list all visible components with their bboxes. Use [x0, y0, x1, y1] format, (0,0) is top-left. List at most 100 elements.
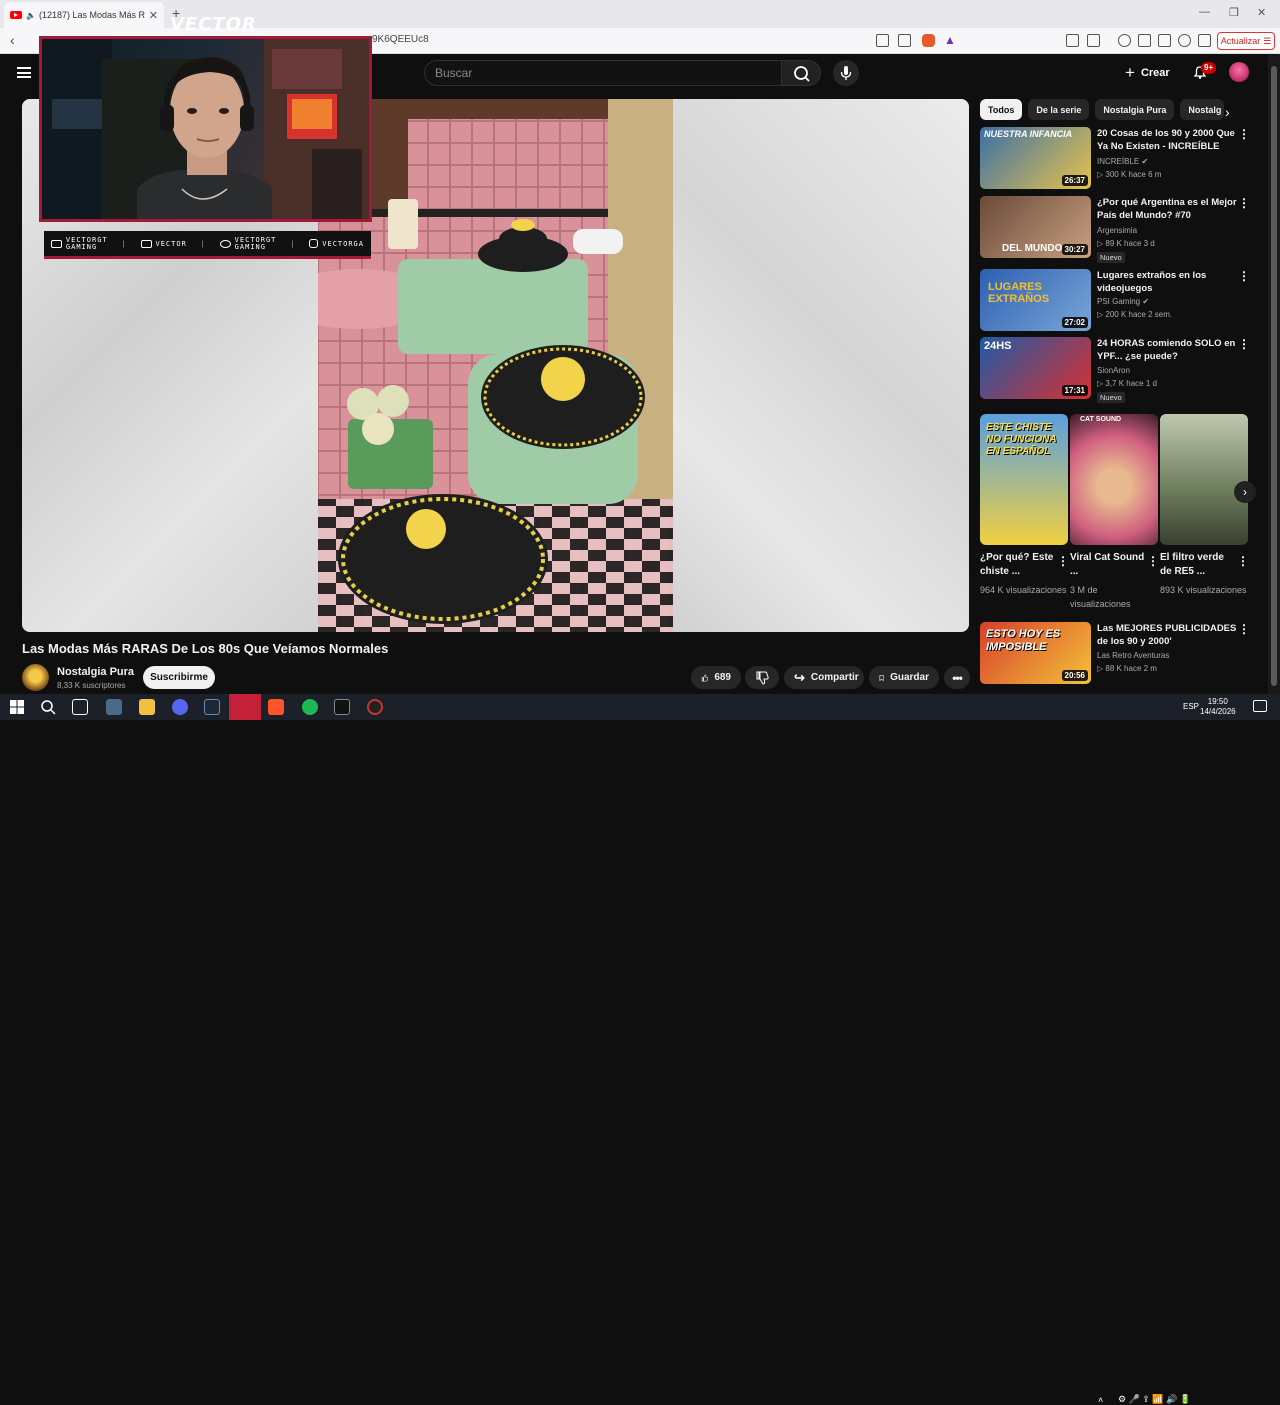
brave-icon[interactable] [268, 699, 284, 715]
more-options-icon[interactable]: ⋮ [1237, 554, 1249, 568]
channel-avatar[interactable] [22, 664, 49, 691]
language-indicator[interactable]: ESP [1183, 702, 1199, 711]
channel-label: INCREÍBLE [1097, 157, 1140, 166]
shorts-next-button[interactable]: › [1234, 481, 1256, 503]
restore-icon[interactable]: ❐ [1229, 6, 1239, 19]
meta-label: 200 K hace 2 sem. [1105, 310, 1173, 319]
short-title: Viral Cat Sound ... [1070, 552, 1145, 577]
chip-de-la-serie[interactable]: De la serie [1028, 99, 1090, 120]
search-input[interactable]: Buscar [424, 60, 782, 86]
spotify-icon[interactable] [302, 699, 318, 715]
app-icon[interactable] [334, 699, 350, 715]
video-duration: 20:56 [1061, 670, 1088, 681]
meta-label: 88 K hace 2 m [1105, 664, 1157, 673]
tray-icons[interactable]: ⚙ 🎤 ⇪ 📶 🔊 🔋 [1118, 1394, 1191, 1405]
recommendation-item[interactable]: NUESTRA INFANCIA 26:37 20 Cosas de los 9… [980, 127, 1262, 189]
like-count: 689 [714, 672, 731, 683]
video-thumbnail: 24HS 17:31 [980, 337, 1091, 399]
vector-logo: VECTOR [170, 14, 257, 35]
channel-name[interactable]: Nostalgia Pura [57, 666, 134, 678]
steam-icon[interactable] [204, 699, 220, 715]
close-tab-icon[interactable]: ✕ [149, 9, 158, 22]
active-app-icon[interactable] [229, 694, 261, 720]
tab-title: (12187) Las Modas Más RARA [38, 10, 145, 20]
video-thumbnail: NUESTRA INFANCIA 26:37 [980, 127, 1091, 189]
more-options-icon[interactable]: ⋮ [1238, 337, 1250, 351]
save-button[interactable]: Guardar [869, 666, 939, 689]
update-button[interactable]: Actualizar ☰ [1217, 32, 1275, 50]
scrollbar-thumb[interactable] [1271, 66, 1277, 686]
leo-icon[interactable] [1178, 34, 1191, 47]
short-item[interactable]: El filtro verde de RE5 ... 893 K visuali… [1160, 414, 1249, 597]
share-icon[interactable] [898, 34, 911, 47]
extensions-icon[interactable] [1066, 34, 1079, 47]
channel-subscribers: 8,33 K suscriptores [57, 681, 126, 690]
file-explorer-icon[interactable] [106, 699, 122, 715]
search-button[interactable] [781, 60, 821, 86]
more-options-icon[interactable]: ⋮ [1057, 554, 1069, 568]
recommendation-item[interactable]: ESTO HOY ES IMPOSIBLE 20:56 Las MEJORES … [980, 622, 1262, 684]
more-options-icon[interactable]: ⋮ [1238, 269, 1250, 283]
search-icon[interactable] [40, 699, 56, 715]
more-options-icon[interactable]: ⋮ [1238, 622, 1250, 636]
streamer-webcam-image [42, 39, 369, 219]
url-text[interactable]: 9K6QEEUc8 [372, 34, 429, 45]
recommendation-channel: Las Retro Aventuras [1097, 651, 1170, 660]
wallet-icon[interactable] [1158, 34, 1171, 47]
back-icon[interactable]: ‹ [10, 32, 15, 48]
recommendation-item[interactable]: 24HS 17:31 24 HORAS comiendo SOLO en YPF… [980, 337, 1262, 403]
more-actions-button[interactable]: ••• [944, 666, 970, 689]
tray-chevron-icon[interactable]: ˄ [1098, 1395, 1103, 1405]
recommendation-item[interactable]: DEL MUNDO 30:27 ¿Por qué Argentina es el… [980, 196, 1262, 263]
meta-label: 89 K hace 3 d [1105, 239, 1155, 248]
new-badge: Nuevo [1097, 252, 1125, 263]
chip-todos[interactable]: Todos [980, 99, 1023, 120]
hamburger-menu-icon[interactable] [17, 67, 31, 78]
separator: | [200, 239, 206, 248]
more-options-icon[interactable]: ⋮ [1238, 196, 1250, 210]
chip-nostalg[interactable]: Nostalg [1180, 99, 1225, 120]
sidebar-icon[interactable] [1138, 34, 1151, 47]
short-item[interactable]: CAT SOUND Viral Cat Sound ... 3 M de vis… [1070, 414, 1159, 611]
chip-nostalgia-pura[interactable]: Nostalgia Pura [1095, 99, 1175, 120]
voice-search-button[interactable] [833, 60, 859, 86]
twitch-social: VECTOR [140, 239, 187, 248]
streamer-socials-bar: VECTORGT GAMING | VECTOR | VECTORGT GAMI… [44, 231, 371, 259]
meta-label: 3,7 K hace 1 d [1105, 379, 1157, 388]
verified-icon: ✔ [1142, 297, 1150, 306]
minimize-icon[interactable]: — [1199, 6, 1210, 18]
obs-icon[interactable] [367, 699, 383, 715]
task-view-icon[interactable] [72, 699, 88, 715]
notifications-icon[interactable] [1253, 700, 1267, 712]
dislike-button[interactable] [745, 666, 779, 689]
vpn-icon[interactable] [1198, 34, 1211, 47]
thumbnail-text: 24HS [984, 340, 1012, 352]
new-badge: Nuevo [1097, 392, 1125, 403]
more-options-icon[interactable]: ⋮ [1147, 554, 1159, 568]
screenshot-icon[interactable] [1087, 34, 1100, 47]
short-thumbnail: CAT SOUND [1070, 414, 1158, 545]
windows-start-icon[interactable] [9, 699, 25, 715]
rewards-icon[interactable]: ▲ [944, 33, 956, 47]
browser-tab[interactable]: 🔈 (12187) Las Modas Más RARA ✕ [4, 2, 164, 28]
brave-shield-icon[interactable] [922, 34, 935, 47]
account-avatar[interactable] [1229, 62, 1249, 82]
close-window-icon[interactable]: ✕ [1257, 6, 1266, 19]
folder-icon[interactable] [139, 699, 155, 715]
recommendation-item[interactable]: LUGARES EXTRAÑOS 27:02 Lugares extraños … [980, 269, 1262, 331]
share-button[interactable]: ↪ Compartir [784, 666, 864, 689]
video-thumbnail: DEL MUNDO 30:27 [980, 196, 1091, 258]
discord-icon[interactable] [172, 699, 188, 715]
music-icon[interactable] [1118, 34, 1131, 47]
like-button[interactable]: 689 [691, 666, 741, 689]
more-options-icon[interactable]: ⋮ [1238, 127, 1250, 141]
short-item[interactable]: ESTE CHISTE NO FUNCIONA EN ESPAÑOL ¿Por … [980, 414, 1069, 597]
create-button[interactable]: + Crear [1125, 63, 1170, 83]
chevron-right-icon[interactable]: › [1225, 104, 1230, 120]
thumbnail-text: NUESTRA INFANCIA [984, 129, 1073, 139]
system-clock[interactable]: 19:50 14/4/2026 [1200, 697, 1236, 717]
subscribe-button[interactable]: Suscribirme [143, 666, 215, 689]
cast-icon[interactable] [876, 34, 889, 47]
thumbs-down-icon [756, 671, 769, 685]
chevron-right-icon: › [1243, 485, 1247, 499]
